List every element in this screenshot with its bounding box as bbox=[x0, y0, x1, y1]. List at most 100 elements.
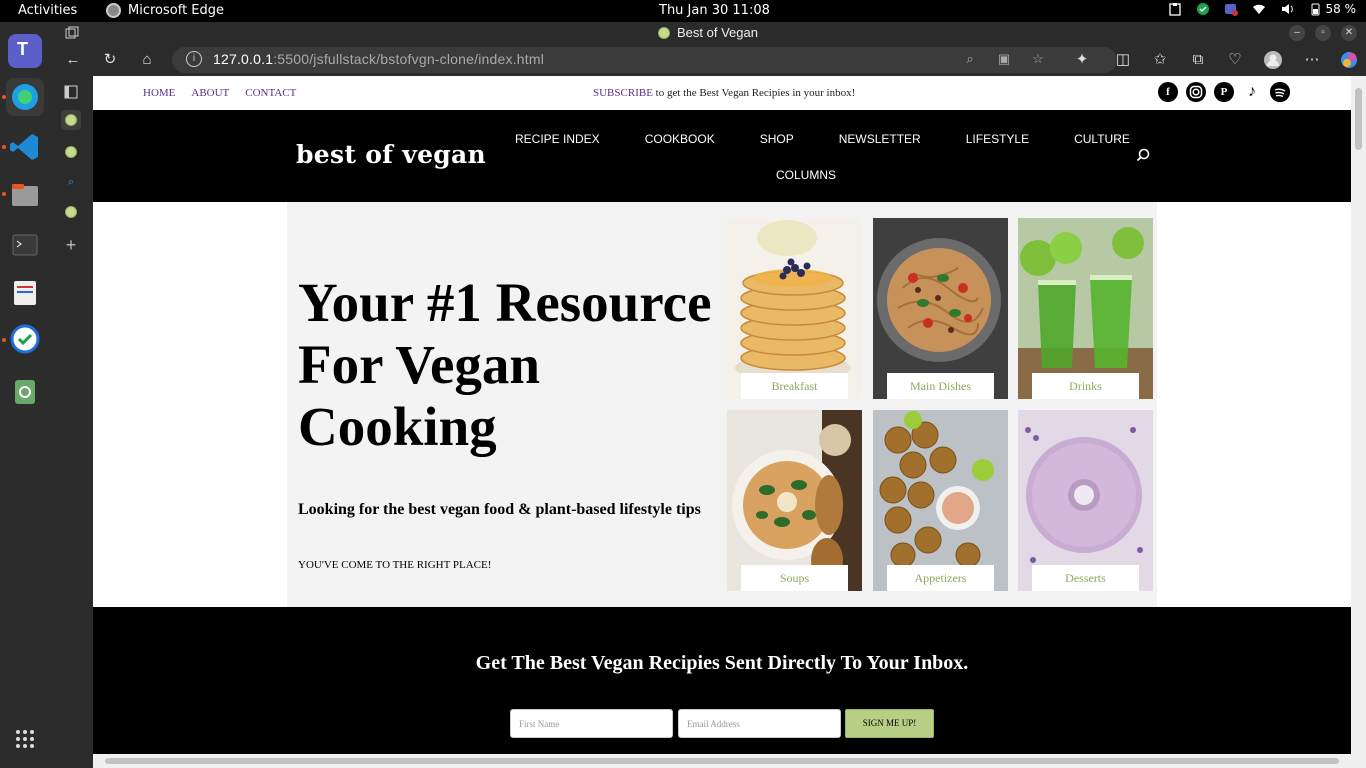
minimize-button[interactable]: – bbox=[1289, 25, 1305, 41]
category-label: Desserts bbox=[1032, 565, 1139, 591]
nav-shop[interactable]: SHOP bbox=[760, 132, 794, 146]
tab-favicon-active[interactable] bbox=[61, 110, 81, 130]
top-link-contact[interactable]: CONTACT bbox=[245, 87, 296, 99]
files-app-icon[interactable] bbox=[8, 178, 42, 212]
sign-up-button[interactable]: SIGN ME UP! bbox=[845, 709, 934, 738]
category-tile-main-dishes[interactable]: Main Dishes bbox=[873, 218, 1008, 399]
clipboard-icon[interactable] bbox=[1168, 2, 1182, 16]
volume-icon[interactable] bbox=[1280, 2, 1294, 16]
subscribe-promo: SUBSCRIBE to get the Best Vegan Recipies… bbox=[593, 87, 855, 99]
app-menu[interactable]: Microsoft Edge bbox=[106, 3, 224, 18]
split-screen-icon[interactable]: ◫ bbox=[1113, 50, 1133, 70]
clock[interactable]: Thu Jan 30 11:08 bbox=[659, 3, 770, 18]
scrollbar-thumb[interactable] bbox=[105, 758, 1339, 764]
promo-text: to get the Best Vegan Recipies in your i… bbox=[652, 87, 856, 99]
instagram-icon[interactable] bbox=[1186, 82, 1206, 102]
edge-window: Best of Vegan – ▫ ✕ ← ↻ ⌂ i 127.0.0.1:55… bbox=[50, 22, 1366, 768]
refresh-button[interactable]: ↻ bbox=[100, 50, 120, 70]
close-window-button[interactable]: ✕ bbox=[1341, 25, 1357, 41]
tab-search-icon[interactable]: ⌕ bbox=[61, 172, 81, 192]
edge-app-icon bbox=[106, 3, 121, 18]
home-button[interactable]: ⌂ bbox=[137, 50, 157, 70]
category-tile-appetizers[interactable]: Appetizers bbox=[873, 410, 1008, 591]
battery-indicator[interactable]: 58 % bbox=[1308, 2, 1357, 16]
system-tray[interactable]: 58 % bbox=[1168, 2, 1357, 16]
browser-essentials-icon[interactable]: ♡ bbox=[1225, 50, 1245, 70]
teams-app-icon[interactable]: T bbox=[8, 34, 42, 68]
main-navigation: best of vegan RECIPE INDEX COOKBOOK SHOP… bbox=[93, 110, 1351, 202]
spotify-icon[interactable] bbox=[1270, 82, 1290, 102]
show-apps-icon[interactable] bbox=[8, 722, 42, 756]
text-editor-app-icon[interactable] bbox=[8, 276, 42, 310]
vpn-check-icon[interactable] bbox=[1196, 2, 1210, 16]
site-info-icon[interactable]: i bbox=[186, 51, 202, 67]
category-tile-breakfast[interactable]: Breakfast bbox=[727, 218, 862, 399]
favorites-icon[interactable]: ✩ bbox=[1150, 50, 1170, 70]
nav-cookbook[interactable]: COOKBOOK bbox=[645, 132, 715, 146]
site-logo[interactable]: best of vegan bbox=[296, 140, 486, 169]
window-titlebar: Best of Vegan – ▫ ✕ bbox=[50, 22, 1366, 44]
more-menu-icon[interactable]: ⋯ bbox=[1302, 50, 1322, 70]
pinterest-icon[interactable]: P bbox=[1214, 82, 1234, 102]
profile-avatar[interactable] bbox=[1263, 50, 1283, 70]
app-name: Microsoft Edge bbox=[128, 3, 225, 18]
workspaces-icon[interactable] bbox=[65, 26, 79, 40]
maximize-button[interactable]: ▫ bbox=[1315, 25, 1331, 41]
category-tile-desserts[interactable]: Desserts bbox=[1018, 410, 1153, 591]
battery-percent: 58 % bbox=[1325, 2, 1357, 16]
search-icon[interactable] bbox=[1136, 148, 1150, 162]
activities-button[interactable]: Activities bbox=[18, 3, 77, 18]
vscode-app-icon[interactable] bbox=[8, 130, 42, 164]
top-link-home[interactable]: HOME bbox=[143, 87, 175, 99]
nav-lifestyle[interactable]: LIFESTYLE bbox=[966, 132, 1029, 146]
nav-culture[interactable]: CULTURE bbox=[1074, 132, 1130, 146]
nav-columns[interactable]: COLUMNS bbox=[776, 168, 836, 182]
top-link-about[interactable]: ABOUT bbox=[191, 87, 229, 99]
browser-toolbar: ← ↻ ⌂ i 127.0.0.1:5500/jsfullstack/bstof… bbox=[50, 44, 1366, 76]
nav-row-1: RECIPE INDEX COOKBOOK SHOP NEWSLETTER LI… bbox=[515, 132, 1130, 146]
address-bar[interactable]: i 127.0.0.1:5500/jsfullstack/bstofvgn-cl… bbox=[172, 47, 1117, 73]
reader-view-icon[interactable]: ▣ bbox=[996, 51, 1012, 67]
horizontal-scrollbar[interactable] bbox=[93, 754, 1351, 768]
battery-icon bbox=[1311, 3, 1319, 16]
category-tile-drinks[interactable]: Drinks bbox=[1018, 218, 1153, 399]
nav-recipe-index[interactable]: RECIPE INDEX bbox=[515, 132, 600, 146]
vertical-tabs-sidebar: ⌕ + bbox=[50, 76, 93, 768]
extensions-icon[interactable]: ✦ bbox=[1072, 50, 1092, 70]
copilot-icon[interactable] bbox=[1339, 50, 1359, 70]
favorite-star-icon[interactable]: ☆ bbox=[1030, 51, 1046, 67]
nav-newsletter[interactable]: NEWSLETTER bbox=[839, 132, 921, 146]
tab-favicon[interactable] bbox=[61, 202, 81, 222]
tiktok-icon[interactable]: ♪ bbox=[1242, 82, 1262, 102]
first-name-input[interactable]: First Name bbox=[510, 709, 673, 738]
soup-bowl-image bbox=[727, 410, 862, 591]
trash-app-icon[interactable] bbox=[8, 374, 42, 408]
facebook-icon[interactable]: f bbox=[1158, 82, 1178, 102]
running-indicator bbox=[2, 95, 6, 99]
new-tab-icon[interactable]: + bbox=[61, 235, 81, 255]
running-indicator bbox=[2, 338, 6, 342]
tab-actions-icon[interactable] bbox=[61, 82, 81, 102]
wifi-icon[interactable] bbox=[1252, 2, 1266, 16]
checkmark-app-icon[interactable] bbox=[8, 322, 42, 356]
category-tile-soups[interactable]: Soups bbox=[727, 410, 862, 591]
system-top-bar: Activities Microsoft Edge Thu Jan 30 11:… bbox=[0, 0, 1366, 22]
hero-subline: YOU'VE COME TO THE RIGHT PLACE! bbox=[298, 559, 492, 571]
email-input[interactable]: Email Address bbox=[678, 709, 841, 738]
terminal-app-icon[interactable] bbox=[8, 228, 42, 262]
scrollbar-thumb[interactable] bbox=[1355, 88, 1362, 150]
site-top-bar: HOME ABOUT CONTACT SUBSCRIBE to get the … bbox=[93, 76, 1351, 110]
zoom-icon[interactable]: ⌕ bbox=[962, 51, 978, 67]
collections-icon[interactable]: ⧉ bbox=[1188, 50, 1208, 70]
donut-image bbox=[1018, 410, 1153, 591]
nav-row-2: COLUMNS bbox=[776, 168, 836, 182]
falafel-image bbox=[873, 410, 1008, 591]
edge-dock-icon[interactable] bbox=[6, 78, 44, 116]
tab-favicon[interactable] bbox=[61, 142, 81, 162]
url-text[interactable]: 127.0.0.1:5500/jsfullstack/bstofvgn-clon… bbox=[213, 51, 544, 67]
teams-tray-icon[interactable] bbox=[1224, 2, 1238, 16]
subscribe-link[interactable]: SUBSCRIBE bbox=[593, 87, 653, 99]
vertical-scrollbar[interactable] bbox=[1351, 76, 1366, 768]
back-button[interactable]: ← bbox=[63, 50, 83, 70]
green-juice-image bbox=[1018, 218, 1153, 399]
